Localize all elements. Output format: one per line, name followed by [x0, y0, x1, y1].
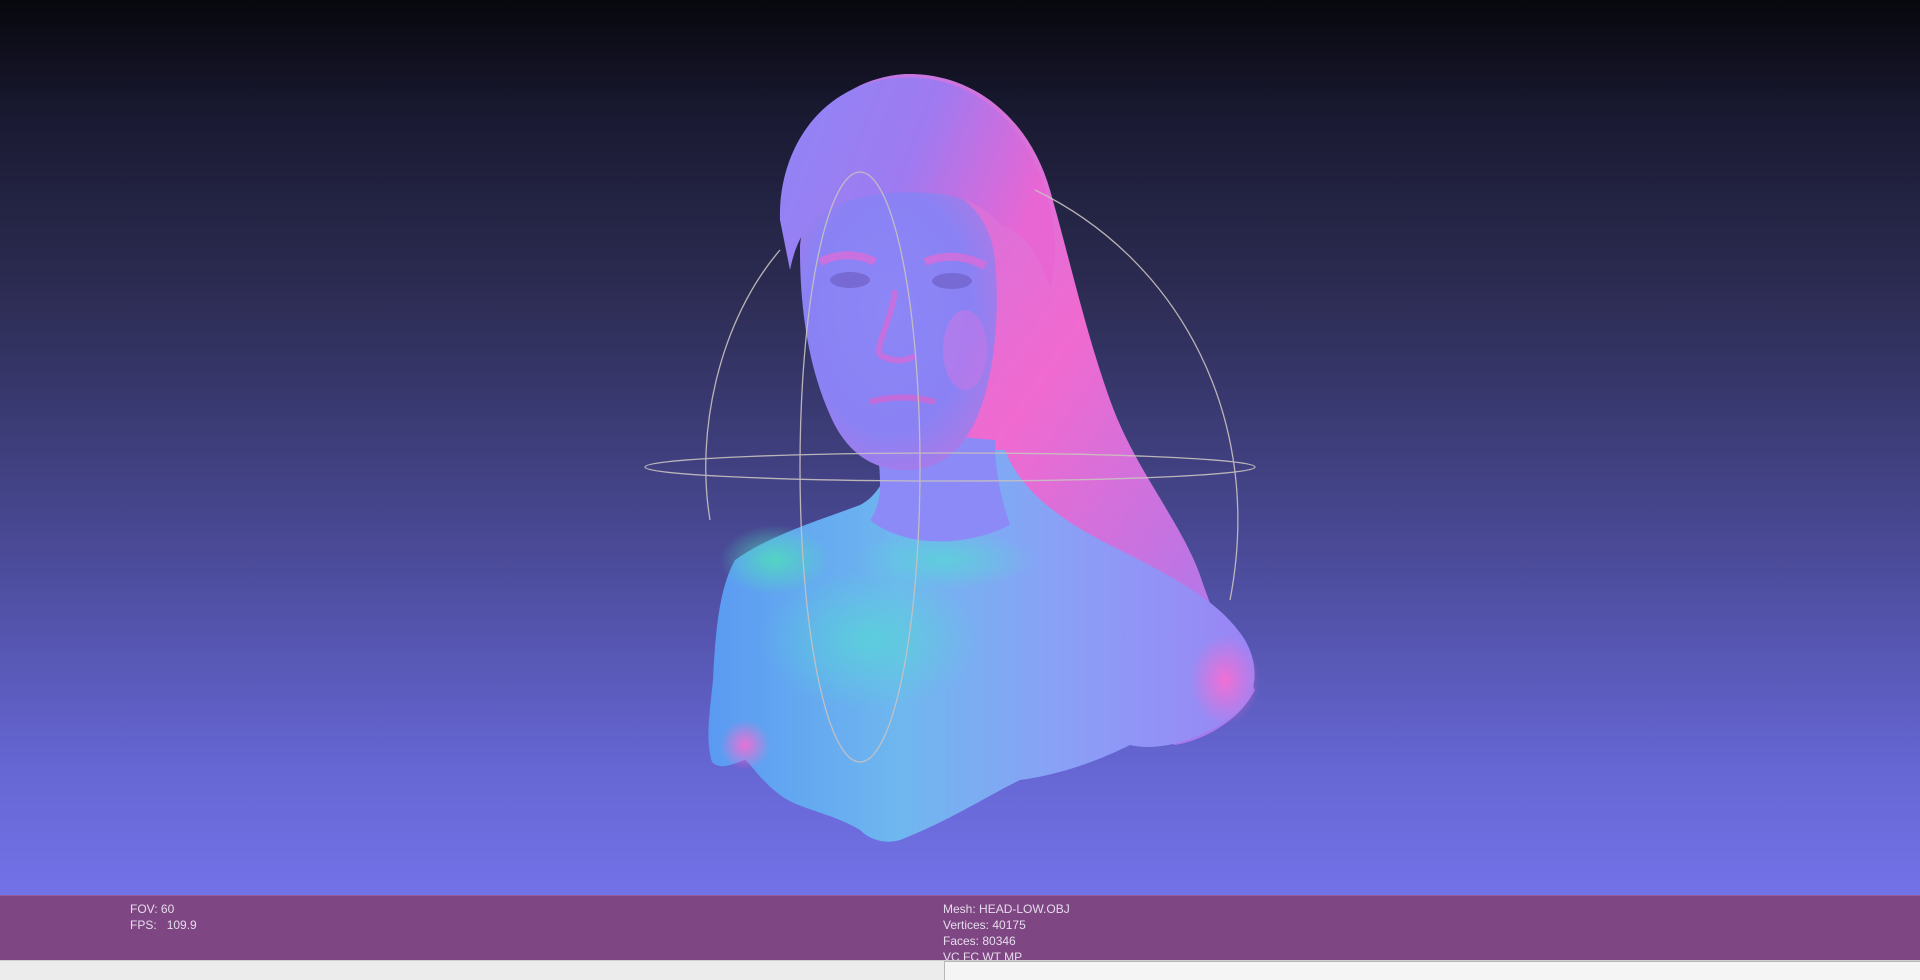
cheek-shade [943, 310, 987, 390]
mesh-readout: Mesh: HEAD-LOW.OBJ [943, 901, 1070, 917]
3d-viewport[interactable] [0, 0, 1920, 895]
vertices-value: 40175 [992, 918, 1026, 932]
mesh-info: Mesh: HEAD-LOW.OBJ Vertices: 40175 Faces… [943, 901, 1070, 961]
vertices-readout: Vertices: 40175 [943, 917, 1070, 933]
mesh-name: HEAD-LOW.OBJ [979, 902, 1070, 916]
fov-label: FOV: [130, 902, 158, 916]
vertices-label: Vertices: [943, 918, 990, 932]
meshlab-window: FOV: 60 FPS: 109.9 Mesh: HEAD-LOW.OBJ Ve… [0, 0, 1920, 980]
info-overlay: FOV: 60 FPS: 109.9 Mesh: HEAD-LOW.OBJ Ve… [0, 895, 1920, 961]
chest-highlight [760, 570, 980, 710]
fps-readout: FPS: 109.9 [130, 917, 197, 933]
status-bar [0, 960, 1920, 980]
faces-label: Faces: [943, 934, 980, 948]
status-field [944, 961, 1920, 980]
trackball-outer-ring-left [705, 249, 781, 521]
fov-readout: FOV: 60 [130, 901, 197, 917]
eye-right [932, 273, 972, 289]
shoulder-edge-pink [1190, 635, 1260, 725]
fps-value: 109.9 [166, 918, 197, 932]
arm-edge-pink [720, 720, 770, 770]
eye-left [830, 272, 870, 288]
faces-value: 80346 [982, 934, 1016, 948]
fps-label: FPS: [130, 918, 157, 932]
render-stats: FOV: 60 FPS: 109.9 [130, 901, 197, 933]
scene-canvas[interactable] [0, 0, 1920, 895]
mesh-label: Mesh: [943, 902, 976, 916]
faces-readout: Faces: 80346 [943, 933, 1070, 949]
fov-value: 60 [160, 902, 175, 916]
